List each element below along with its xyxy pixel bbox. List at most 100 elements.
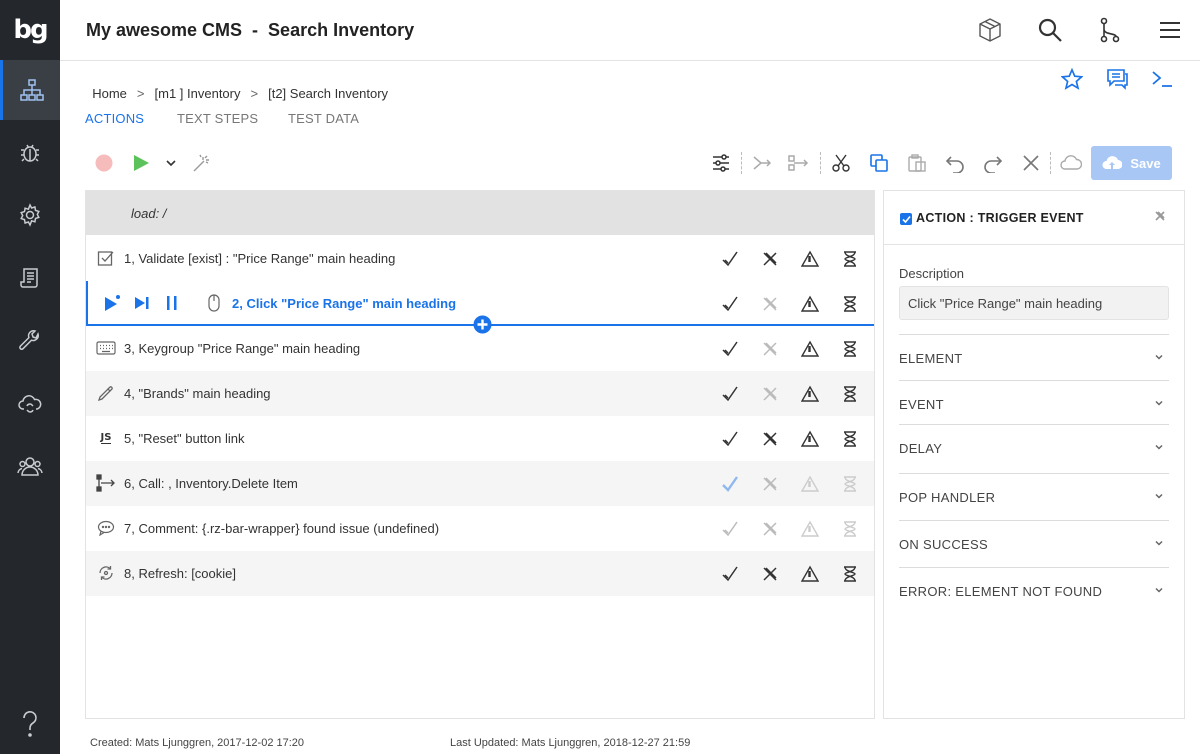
timeout-toggle[interactable] — [840, 339, 860, 359]
record-button[interactable] — [92, 151, 116, 175]
cross-icon — [763, 522, 777, 536]
warning-icon — [801, 385, 819, 402]
favorite-button[interactable] — [1060, 67, 1084, 91]
sidebar-item-help[interactable] — [0, 694, 60, 754]
comments-button[interactable] — [1105, 67, 1129, 91]
enable-toggle[interactable] — [720, 564, 740, 584]
enable-toggle[interactable] — [720, 384, 740, 404]
warning-toggle[interactable] — [800, 519, 820, 539]
cross-icon — [763, 477, 777, 491]
save-button[interactable]: Save — [1091, 146, 1172, 180]
copy-button[interactable] — [867, 151, 891, 175]
delete-toggle[interactable] — [760, 384, 780, 404]
sidebar-item-tools[interactable] — [0, 310, 60, 370]
tab-test-data[interactable]: TEST DATA — [288, 111, 359, 126]
chevron-down-icon — [1155, 540, 1163, 546]
merge-button[interactable] — [750, 151, 774, 175]
play-step-button[interactable] — [102, 293, 122, 313]
sidebar-item-settings[interactable] — [0, 185, 60, 245]
section-label: EVENT — [899, 397, 944, 412]
step-row-5[interactable]: JS 5, "Reset" button link — [86, 416, 874, 461]
timeout-toggle[interactable] — [840, 429, 860, 449]
magic-button[interactable] — [189, 151, 213, 175]
description-input[interactable]: Click "Price Range" main heading — [899, 286, 1169, 320]
delete-toggle[interactable] — [760, 429, 780, 449]
section-event[interactable]: EVENT — [899, 380, 1169, 426]
warning-toggle[interactable] — [800, 384, 820, 404]
breadcrumb: Home > [m1 ] Inventory > [t2] Search Invento… — [85, 71, 388, 101]
enable-toggle[interactable] — [720, 429, 740, 449]
step-forward-button[interactable] — [132, 293, 152, 313]
package-button[interactable] — [976, 16, 1004, 44]
section-error-element-not-found[interactable]: ERROR: ELEMENT NOT FOUND — [899, 567, 1169, 613]
enable-toggle[interactable] — [720, 294, 740, 314]
undo-button[interactable] — [943, 151, 967, 175]
warning-icon — [801, 475, 819, 492]
sidebar-item-reports[interactable] — [0, 248, 60, 308]
enable-toggle[interactable] — [720, 249, 740, 269]
timeout-toggle[interactable] — [840, 384, 860, 404]
timeout-toggle[interactable] — [840, 519, 860, 539]
action-enabled-checkbox[interactable] — [900, 213, 912, 225]
tab-text-steps[interactable]: TEXT STEPS — [177, 111, 258, 126]
check-icon — [722, 566, 738, 582]
tab-actions[interactable]: ACTIONS — [85, 111, 144, 126]
split-button[interactable] — [787, 151, 811, 175]
pause-button[interactable] — [162, 293, 182, 313]
close-panel-icon[interactable] — [1153, 209, 1167, 223]
step-row-3[interactable]: 3, Keygroup "Price Range" main heading — [86, 326, 874, 371]
timeout-toggle[interactable] — [840, 249, 860, 269]
section-pop-handler[interactable]: POP HANDLER — [899, 473, 1169, 519]
step-row-8[interactable]: 8, Refresh: [cookie] — [86, 551, 874, 596]
gear-icon — [20, 203, 40, 227]
timeout-toggle[interactable] — [840, 564, 860, 584]
delete-toggle[interactable] — [760, 339, 780, 359]
warning-toggle[interactable] — [800, 474, 820, 494]
play-options-dropdown[interactable] — [159, 151, 183, 175]
sidebar-item-bugs[interactable] — [0, 122, 60, 182]
section-element[interactable]: ELEMENT — [899, 334, 1169, 380]
delete-toggle[interactable] — [760, 564, 780, 584]
console-button[interactable] — [1150, 67, 1174, 91]
breadcrumb-home[interactable]: Home — [92, 86, 127, 101]
delete-toggle[interactable] — [760, 294, 780, 314]
step-row-6[interactable]: 6, Call: , Inventory.Delete Item — [86, 461, 874, 506]
delete-toggle[interactable] — [760, 474, 780, 494]
clear-button[interactable] — [1019, 151, 1043, 175]
sidebar-item-users[interactable] — [0, 436, 60, 496]
warning-toggle[interactable] — [800, 564, 820, 584]
sidebar-item-cloud[interactable] — [0, 373, 60, 433]
play-button[interactable] — [129, 151, 153, 175]
menu-button[interactable] — [1156, 16, 1184, 44]
branch-button[interactable] — [1096, 16, 1124, 44]
timeout-toggle[interactable] — [840, 294, 860, 314]
warning-toggle[interactable] — [800, 339, 820, 359]
logo[interactable]: bg — [0, 0, 60, 60]
step-row-2[interactable]: 2, Click "Price Range" main heading — [86, 281, 874, 334]
sidebar-item-sitemap[interactable] — [0, 60, 60, 120]
step-row-1[interactable]: 1, Validate [exist] : "Price Range" main… — [86, 236, 874, 281]
check-icon — [722, 476, 738, 492]
section-on-success[interactable]: ON SUCCESS — [899, 520, 1169, 566]
redo-button[interactable] — [981, 151, 1005, 175]
cut-button[interactable] — [829, 151, 853, 175]
settings-sliders-button[interactable] — [709, 151, 733, 175]
warning-toggle[interactable] — [800, 294, 820, 314]
timeout-toggle[interactable] — [840, 474, 860, 494]
paste-button[interactable] — [905, 151, 929, 175]
delete-toggle[interactable] — [760, 519, 780, 539]
step-row-4[interactable]: 4, "Brands" main heading — [86, 371, 874, 416]
breadcrumb-inventory[interactable]: [m1 ] Inventory — [155, 86, 241, 101]
enable-toggle[interactable] — [720, 339, 740, 359]
enable-toggle[interactable] — [720, 519, 740, 539]
delete-toggle[interactable] — [760, 249, 780, 269]
section-delay[interactable]: DELAY — [899, 424, 1169, 470]
step-row-7[interactable]: 7, Comment: {.rz-bar-wrapper} found issu… — [86, 506, 874, 551]
warning-toggle[interactable] — [800, 429, 820, 449]
cloud-button[interactable] — [1059, 151, 1083, 175]
load-row[interactable]: load: / — [86, 191, 874, 235]
check-icon — [722, 386, 738, 402]
search-button[interactable] — [1036, 16, 1064, 44]
enable-toggle[interactable] — [720, 474, 740, 494]
warning-toggle[interactable] — [800, 249, 820, 269]
